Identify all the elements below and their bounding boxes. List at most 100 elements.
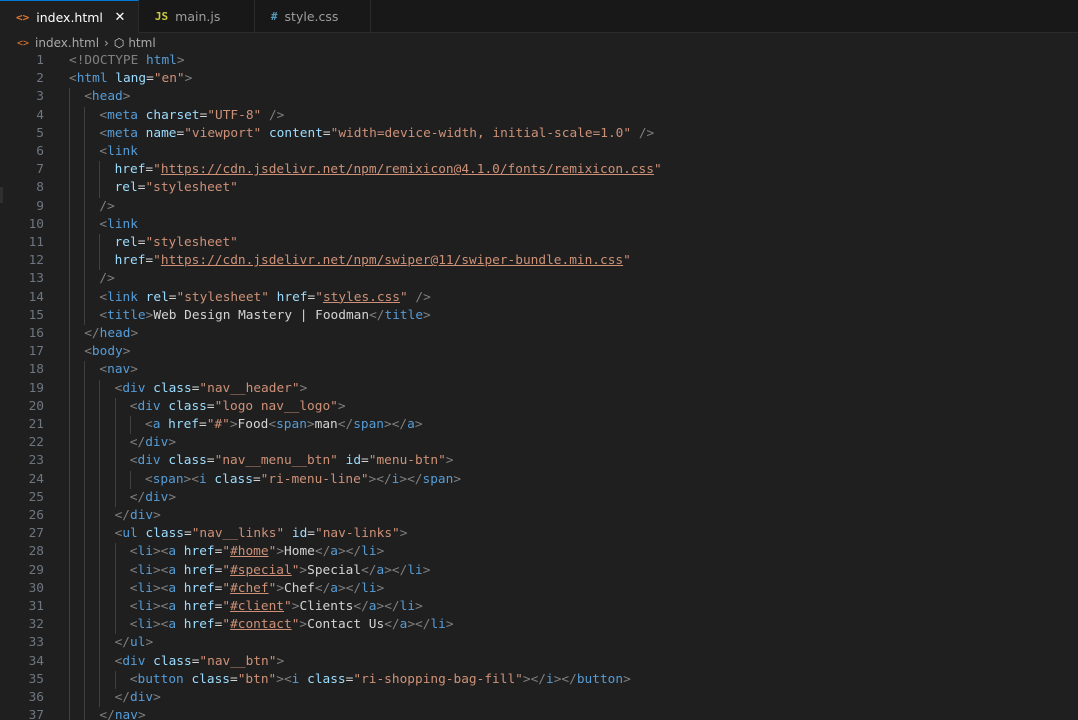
indent-guide bbox=[99, 634, 101, 653]
indent-guide bbox=[69, 143, 70, 162]
code-token: li bbox=[430, 617, 446, 633]
code-line[interactable]: 24 <span><i class="ri-menu-line"></i></sp… bbox=[0, 470, 1078, 489]
code-line[interactable]: 1 <!DOCTYPE html> bbox=[0, 52, 1078, 70]
code-line[interactable]: 36 </div> bbox=[0, 689, 1078, 708]
code-text: <head> bbox=[84, 88, 130, 106]
code-text: rel="stylesheet" bbox=[115, 179, 238, 197]
code-text: <ul class="nav__links" id="nav-links"> bbox=[115, 525, 408, 543]
indent-guide bbox=[99, 416, 101, 435]
code-line[interactable]: 27 <ul class="nav__links" id="nav-links"> bbox=[0, 525, 1078, 544]
code-token: > bbox=[299, 380, 308, 396]
code-token: > bbox=[137, 708, 146, 720]
code-line[interactable]: 9 /> bbox=[0, 197, 1078, 216]
tab-label: style.css bbox=[284, 8, 339, 24]
indent-guide bbox=[69, 270, 70, 289]
code-token: = bbox=[206, 398, 215, 414]
code-line[interactable]: 12 href="https://cdn.jsdelivr.net/npm/swi… bbox=[0, 252, 1078, 271]
code-token: = bbox=[198, 417, 207, 432]
code-line[interactable]: 7 href="https://cdn.jsdelivr.net/npm/remi… bbox=[0, 161, 1078, 180]
code-line[interactable]: 28 <li><a href="#home">Home</a></li> bbox=[0, 543, 1078, 562]
code-line[interactable]: 21 <a href="#">Food<span>man</span></a> bbox=[0, 416, 1078, 435]
code-line[interactable]: 2 <html lang="en"> bbox=[0, 70, 1078, 88]
indent-guide bbox=[69, 670, 70, 689]
indent-guide bbox=[99, 652, 101, 671]
code-token: a bbox=[330, 580, 338, 596]
breadcrumb-symbol[interactable]: html bbox=[128, 36, 155, 50]
line-number: 23 bbox=[28, 453, 44, 469]
code-token: < bbox=[145, 471, 153, 487]
code-line[interactable]: 35 <button class="btn"><i class="ri-shopp… bbox=[0, 670, 1078, 689]
line-number: 19 bbox=[28, 380, 44, 396]
code-token: ul bbox=[122, 526, 138, 542]
code-text: <li><a href="#home">Home</a></li> bbox=[130, 543, 384, 561]
code-token: div bbox=[145, 489, 169, 505]
indent-guide bbox=[69, 598, 70, 617]
code-token: ></ bbox=[399, 471, 423, 487]
code-line[interactable]: 6 <link bbox=[0, 143, 1078, 162]
indent-guide bbox=[69, 106, 70, 125]
code-line[interactable]: 16 </head> bbox=[0, 325, 1078, 344]
indent-guide bbox=[84, 598, 86, 617]
code-line[interactable]: 3 <head> bbox=[0, 88, 1078, 107]
breadcrumb-file[interactable]: index.html bbox=[35, 36, 99, 50]
code-line[interactable]: 32 <li><a href="#contact">Contact Us</a><… bbox=[0, 616, 1078, 635]
line-number: 35 bbox=[28, 671, 44, 687]
code-token: ></ bbox=[384, 562, 408, 578]
code-token: ></ bbox=[384, 417, 408, 432]
indent-guide bbox=[114, 452, 116, 471]
code-editor[interactable]: 1 <!DOCTYPE html> 2 <html lang="en"> 3 <head>… bbox=[0, 52, 1078, 720]
code-line[interactable]: 8 rel="stylesheet" bbox=[0, 179, 1078, 198]
code-line[interactable]: 17 <body> bbox=[0, 343, 1078, 362]
code-line[interactable]: 5 <meta name="viewport" content="width=de… bbox=[0, 124, 1078, 143]
line-number: 28 bbox=[28, 544, 44, 560]
code-line[interactable]: 15 <title>Web Design Mastery | Foodman</t… bbox=[0, 306, 1078, 325]
tab-index-html[interactable]: <> index.html ✕ bbox=[0, 0, 139, 33]
code-line[interactable]: 14 <link rel="stylesheet" href="styles.cs… bbox=[0, 288, 1078, 307]
indent-guide bbox=[84, 416, 86, 435]
code-token: href bbox=[183, 599, 215, 614]
code-token: </ bbox=[114, 508, 131, 523]
indent-guide bbox=[129, 470, 131, 489]
indent-guide bbox=[99, 561, 101, 580]
code-line[interactable]: 10 <link bbox=[0, 215, 1078, 234]
code-line[interactable]: 19 <div class="nav__header"> bbox=[0, 379, 1078, 398]
tab-main-js[interactable]: JS main.js bbox=[138, 0, 255, 32]
indent-guide bbox=[69, 652, 70, 671]
code-line[interactable]: 4 <meta charset="UTF-8" /> bbox=[0, 106, 1078, 125]
code-line[interactable]: 26 </div> bbox=[0, 507, 1078, 526]
indent-guide bbox=[99, 670, 101, 689]
code-text: <span><i class="ri-menu-line"></i></span… bbox=[145, 471, 461, 489]
code-text: <link rel="stylesheet" href="styles.css"… bbox=[99, 289, 430, 307]
code-token: " bbox=[653, 162, 662, 178]
code-line[interactable]: 18 <nav> bbox=[0, 361, 1078, 380]
code-token: > bbox=[337, 398, 346, 414]
line-number: 4 bbox=[36, 107, 44, 123]
indent-guide bbox=[69, 215, 70, 234]
code-line[interactable]: 30 <li><a href="#chef">Chef</a></li> bbox=[0, 579, 1078, 598]
code-line[interactable]: 25 </div> bbox=[0, 488, 1078, 507]
code-token: "stylesheet" bbox=[145, 235, 238, 250]
line-number: 29 bbox=[28, 562, 44, 578]
code-token: </ bbox=[314, 544, 331, 560]
code-text: /> bbox=[99, 198, 114, 216]
tab-style-css[interactable]: # style.css bbox=[254, 0, 371, 32]
close-icon[interactable]: ✕ bbox=[112, 10, 128, 25]
code-token: > bbox=[168, 435, 177, 451]
code-line[interactable]: 29 <li><a href="#special">Special</a></li… bbox=[0, 561, 1078, 580]
code-token: Web Design Mastery | Foodman bbox=[153, 307, 370, 323]
code-line[interactable]: 11 rel="stylesheet" bbox=[0, 234, 1078, 253]
code-line[interactable]: 31 <li><a href="#client">Clients</a></li> bbox=[0, 598, 1078, 617]
indent-guide bbox=[69, 252, 70, 271]
code-line[interactable]: 34 <div class="nav__btn"> bbox=[0, 652, 1078, 671]
indent-guide bbox=[69, 288, 70, 307]
code-line[interactable]: 37 </nav> bbox=[0, 707, 1078, 720]
code-line[interactable]: 20 <div class="logo nav__logo"> bbox=[0, 397, 1078, 416]
code-line[interactable]: 13 /> bbox=[0, 270, 1078, 289]
code-token: /> bbox=[268, 107, 285, 123]
code-token: "btn" bbox=[237, 671, 277, 687]
code-line[interactable]: 23 <div class="nav__menu__btn" id="menu-b… bbox=[0, 452, 1078, 471]
code-line[interactable]: 22 </div> bbox=[0, 434, 1078, 453]
code-line[interactable]: 33 </ul> bbox=[0, 634, 1078, 653]
code-token: link bbox=[107, 289, 138, 305]
